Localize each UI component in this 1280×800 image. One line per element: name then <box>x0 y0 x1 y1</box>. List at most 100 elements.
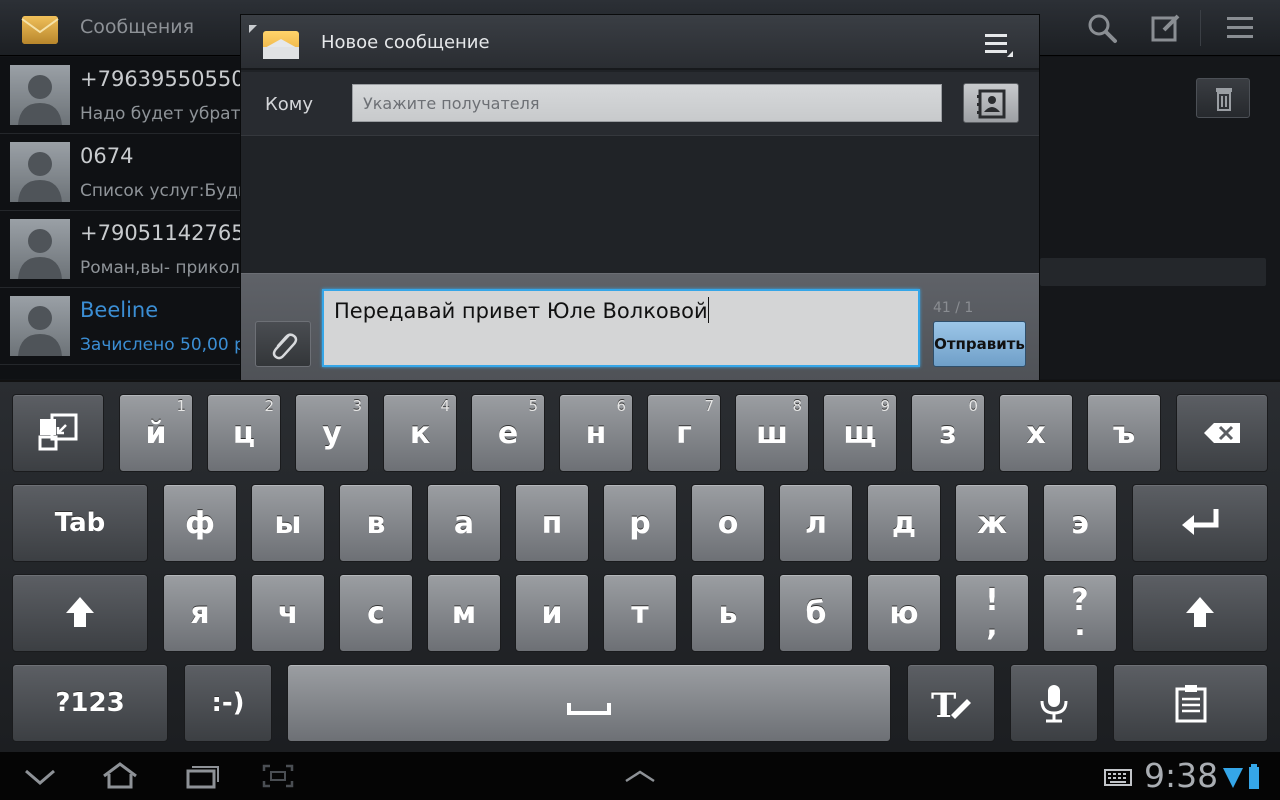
space-key[interactable] <box>287 664 891 742</box>
chevron-up-icon[interactable] <box>620 760 660 792</box>
new-message-dialog: Новое сообщение Кому Укажите получателя … <box>240 14 1040 381</box>
key-punctuation[interactable]: ?. <box>1043 574 1117 652</box>
shift-key-left[interactable] <box>12 574 148 652</box>
key-letter[interactable]: п <box>515 484 589 562</box>
key-label: з <box>939 415 957 451</box>
message-input[interactable]: Передавай привет Юле Волковой <box>322 289 920 367</box>
key-letter[interactable]: й1 <box>119 394 193 472</box>
key-letter[interactable]: о <box>691 484 765 562</box>
key-letter[interactable]: х <box>999 394 1073 472</box>
conversation-item[interactable]: +79051142765 Роман,вы- прикольный <box>0 211 245 288</box>
key-letter[interactable]: ь <box>691 574 765 652</box>
clipboard-icon <box>1175 685 1206 723</box>
compose-icon[interactable] <box>1150 12 1182 44</box>
key-letter[interactable]: ъ <box>1087 394 1161 472</box>
action-bar-separator <box>1200 10 1201 46</box>
key-label: л <box>805 505 827 541</box>
key-letter[interactable]: г7 <box>647 394 721 472</box>
recipient-label: Кому <box>265 94 314 115</box>
key-letter[interactable]: з0 <box>911 394 985 472</box>
home-icon[interactable] <box>100 760 140 792</box>
key-letter[interactable]: ч <box>251 574 325 652</box>
key-letter[interactable]: а <box>427 484 501 562</box>
contact-card-icon <box>977 89 1006 119</box>
key-label: б <box>805 595 827 631</box>
menu-icon[interactable] <box>983 29 1015 59</box>
enter-icon <box>1182 509 1219 535</box>
shift-key-right[interactable] <box>1132 574 1268 652</box>
dialog-title: Новое сообщение <box>321 32 490 53</box>
contacts-button[interactable] <box>963 83 1019 123</box>
overflow-menu-icon[interactable] <box>1225 12 1257 44</box>
tab-key[interactable]: Tab <box>12 484 148 562</box>
recent-apps-icon[interactable] <box>182 760 222 792</box>
key-letter[interactable]: ю <box>867 574 941 652</box>
key-letter[interactable]: у3 <box>295 394 369 472</box>
conversation-item[interactable]: 0674 Список услуг:Будьте <box>0 134 240 211</box>
conversation-item[interactable]: Beeline Зачислено 50,00 руб. <box>0 288 240 365</box>
conversation-name: +79639550550 <box>80 67 245 91</box>
key-letter[interactable]: ш8 <box>735 394 809 472</box>
keyboard-indicator-icon <box>1104 769 1132 786</box>
key-punctuation[interactable]: !, <box>955 574 1029 652</box>
send-button[interactable]: Отправить <box>933 321 1026 367</box>
key-letter[interactable]: н6 <box>559 394 633 472</box>
screenshot-icon[interactable] <box>258 760 298 792</box>
key-letter[interactable]: и <box>515 574 589 652</box>
clipboard-key[interactable] <box>1113 664 1268 742</box>
key-letter[interactable]: ф <box>163 484 237 562</box>
handwriting-key[interactable]: T <box>907 664 995 742</box>
symbols-key[interactable]: ?123 <box>12 664 168 742</box>
key-letter[interactable]: в <box>339 484 413 562</box>
key-label: ь <box>718 595 738 631</box>
conversation-item[interactable]: +79639550550 Надо будет убрать <box>0 57 245 134</box>
attach-button[interactable] <box>255 321 311 367</box>
key-label: ф <box>185 505 215 541</box>
key-label: п <box>541 505 563 541</box>
back-icon[interactable] <box>20 760 60 792</box>
key-letter[interactable]: д <box>867 484 941 562</box>
delete-button[interactable] <box>1196 78 1250 118</box>
key-letter[interactable]: я <box>163 574 237 652</box>
hide-keyboard-key[interactable] <box>12 394 104 472</box>
system-navigation-bar: 9:38 <box>0 752 1280 800</box>
key-letter[interactable]: е5 <box>471 394 545 472</box>
key-letter[interactable]: ж <box>955 484 1029 562</box>
key-hint: 6 <box>616 397 626 415</box>
enter-key[interactable] <box>1132 484 1268 562</box>
key-label: ы <box>274 505 302 541</box>
avatar <box>10 219 70 279</box>
handwriting-icon: T <box>931 686 971 725</box>
key-label: р <box>629 505 651 541</box>
key-hint: 2 <box>264 397 274 415</box>
key-letter[interactable]: щ9 <box>823 394 897 472</box>
key-hint: 4 <box>440 397 450 415</box>
key-label: е <box>497 415 519 451</box>
key-letter[interactable]: с <box>339 574 413 652</box>
key-letter[interactable]: м <box>427 574 501 652</box>
key-label: э <box>1071 505 1089 541</box>
recipient-input[interactable] <box>352 84 942 122</box>
key-label: в <box>366 505 386 541</box>
key-letter[interactable]: ы <box>251 484 325 562</box>
conversation-preview: Надо будет убрать <box>80 104 240 124</box>
key-letter[interactable]: ц2 <box>207 394 281 472</box>
key-letter[interactable]: э <box>1043 484 1117 562</box>
key-letter[interactable]: л <box>779 484 853 562</box>
key-letter[interactable]: к4 <box>383 394 457 472</box>
trash-icon <box>1216 88 1232 111</box>
key-label: ъ <box>1112 415 1136 451</box>
compose-row: Передавай привет Юле Волковой 41 / 1 Отп… <box>241 273 1039 381</box>
smiley-key[interactable]: :-) <box>184 664 272 742</box>
key-label: ю <box>889 595 919 631</box>
contact-silhouette-icon <box>18 152 62 202</box>
key-letter[interactable]: р <box>603 484 677 562</box>
backspace-key[interactable] <box>1176 394 1268 472</box>
voice-input-key[interactable] <box>1010 664 1098 742</box>
key-label: й <box>145 415 167 451</box>
search-icon[interactable] <box>1086 12 1118 44</box>
envelope-icon <box>263 31 299 59</box>
key-letter[interactable]: б <box>779 574 853 652</box>
key-letter[interactable]: т <box>603 574 677 652</box>
message-text: Передавай привет Юле Волковой <box>334 299 708 323</box>
